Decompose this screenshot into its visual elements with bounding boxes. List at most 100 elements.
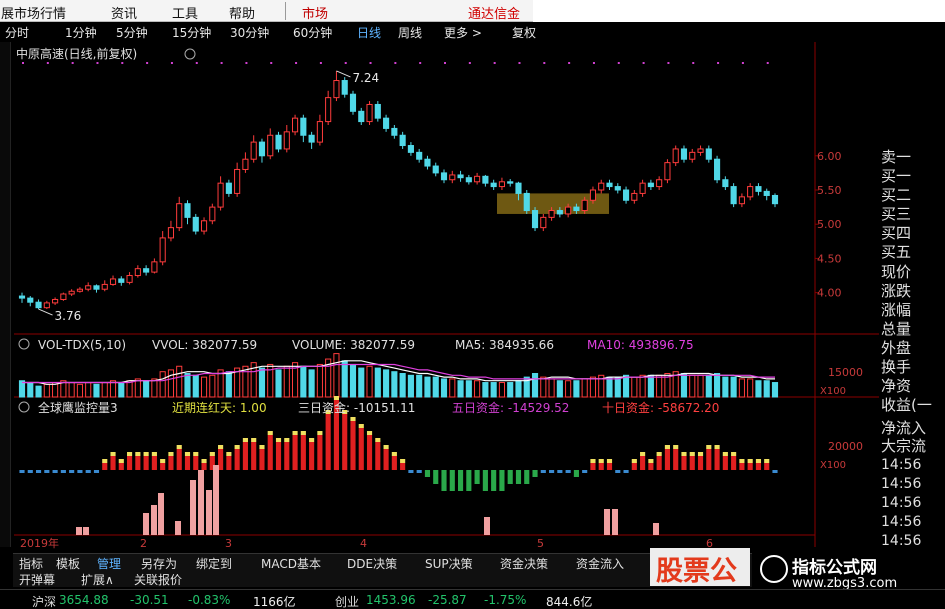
vol-unit-label: X100 [820, 386, 846, 397]
signal-dot [468, 62, 471, 64]
candle-body [242, 158, 249, 170]
monitor-streak: 近期连红天: 1.00 [172, 400, 267, 415]
quote-side-panel: 卖一 买一 买二 买三 买四 买五 现价 涨跌 涨幅 总量 外盘 换手 净资 收… [879, 130, 945, 549]
monitor-bar-up [640, 456, 646, 470]
menu-bar: 展市场行情 资讯 工具 帮助 市场 通达信金 [0, 0, 945, 22]
volume-bar [85, 382, 92, 398]
candle-body [465, 177, 472, 183]
menu-item-market-quotes[interactable]: 展市场行情 [1, 3, 66, 22]
monitor-bar-cap [358, 424, 364, 428]
monitor-bar-up [358, 428, 364, 470]
candle-body [184, 203, 191, 218]
volume-bar [763, 380, 770, 398]
more-periods-button[interactable]: 更多 > [444, 24, 482, 41]
menu-blank-area [533, 0, 945, 22]
expand-button[interactable]: 扩展∧ [81, 571, 114, 588]
index-name[interactable]: 沪深 [32, 593, 56, 609]
gem-name[interactable]: 创业 [335, 593, 359, 609]
volume-bar [407, 374, 414, 398]
candle-body [151, 261, 158, 273]
watermark-right: 指标公式网 www.zbgs3.com [752, 547, 945, 593]
extra-tab-bar: 开弹幕 扩展∧ 关联报价 [13, 570, 753, 587]
menu-item-tools[interactable]: 工具 [172, 3, 198, 22]
monitor-bar-flat [19, 470, 25, 473]
period-tab[interactable]: 周线 [398, 24, 422, 41]
volume-bar [225, 371, 232, 398]
monitor-fund3: 三日资金: -10151.11 [298, 400, 415, 415]
menu-item-news[interactable]: 资讯 [111, 3, 137, 22]
monitor-bar-flat [772, 470, 778, 473]
candle-body [647, 182, 654, 188]
candle-body [490, 182, 497, 188]
period-tab[interactable]: 分时 [5, 24, 29, 41]
monitor-bar-up [309, 442, 315, 470]
monitor-bar-cap [739, 459, 745, 463]
candle-body [101, 283, 108, 290]
price-tick-label: 4.50 [817, 252, 842, 265]
signal-dot [692, 62, 695, 64]
monitor-bar-cap [184, 452, 191, 456]
quote-label: 买五 [881, 243, 912, 261]
volume-bar [167, 369, 175, 398]
monitor-bar-down [482, 470, 488, 491]
quote-label: 买三 [881, 205, 912, 223]
broker-link[interactable]: 通达信金 [468, 3, 520, 22]
monitor-bar-flat [565, 470, 571, 473]
monitor-bar-up [168, 456, 174, 470]
monitor-bar-up [342, 414, 348, 470]
monitor-bar-flat [582, 470, 588, 473]
signal-dot [543, 62, 546, 64]
period-tab-daily[interactable]: 日线 [357, 24, 381, 41]
stock-chart[interactable]: 中原高速(日线,前复权) 6.00 5.50 5.00 4.50 4.00 7.24 3.76… [0, 0, 945, 609]
candle-body [747, 186, 754, 198]
adjust-button[interactable]: 复权 [512, 24, 536, 41]
monitor-bar-up [193, 456, 199, 470]
volume-bar [399, 373, 406, 398]
candle-body [126, 275, 133, 283]
menu-item-market[interactable]: 市场 [302, 3, 328, 22]
volume-bar [573, 380, 580, 398]
volume-bar [109, 380, 117, 398]
vol-header: VOL-TDX(5,10) [38, 338, 126, 352]
vol-ma10: MA10: 493896.75 [587, 338, 694, 352]
monitor-bar-up [143, 456, 149, 470]
related-quote-button[interactable]: 关联报价 [134, 571, 182, 588]
period-tab[interactable]: 5分钟 [116, 24, 148, 41]
monitor-bar-up [722, 456, 728, 470]
menu-item-help[interactable]: 帮助 [229, 3, 255, 22]
period-tab[interactable]: 15分钟 [172, 24, 211, 41]
period-tab[interactable]: 1分钟 [65, 24, 97, 41]
candle-body [18, 295, 26, 299]
candle-body [523, 192, 530, 212]
danmaku-button[interactable]: 开弹幕 [19, 571, 55, 588]
monitor-bar-cap [267, 431, 273, 435]
candle-body [482, 175, 489, 184]
monitor-bar-up [400, 463, 406, 470]
period-tab[interactable]: 30分钟 [230, 24, 269, 41]
candle-body [85, 285, 92, 290]
monitor-bar-down [457, 470, 464, 491]
signal-dot [71, 62, 74, 64]
monitor-bar-down [532, 470, 538, 477]
monitor-bar-up [648, 463, 654, 470]
monitor-bar-flat [60, 470, 66, 473]
index-amount: 1166亿 [253, 595, 296, 609]
vol-dropdown-icon [18, 338, 30, 350]
monitor-bar-cap [309, 438, 315, 442]
candle-body [267, 134, 274, 157]
monitor-bar-cap [218, 445, 224, 449]
monitor-bar-down [441, 470, 447, 491]
quote-label: 买四 [881, 224, 912, 242]
candle-body [672, 148, 679, 164]
quote-label: 外盘 [881, 339, 912, 357]
candle-body [738, 196, 745, 205]
monitor-bar-cap [706, 445, 712, 449]
monitor-bar-cap [110, 452, 116, 456]
monitor-bar-cap [160, 459, 166, 463]
volume-bar [507, 382, 514, 398]
quote-label: 卖一 [881, 148, 912, 166]
volume-bar [68, 382, 75, 398]
volume-bar [490, 382, 497, 398]
volume-bar [151, 378, 158, 398]
period-tab[interactable]: 60分钟 [293, 24, 332, 41]
